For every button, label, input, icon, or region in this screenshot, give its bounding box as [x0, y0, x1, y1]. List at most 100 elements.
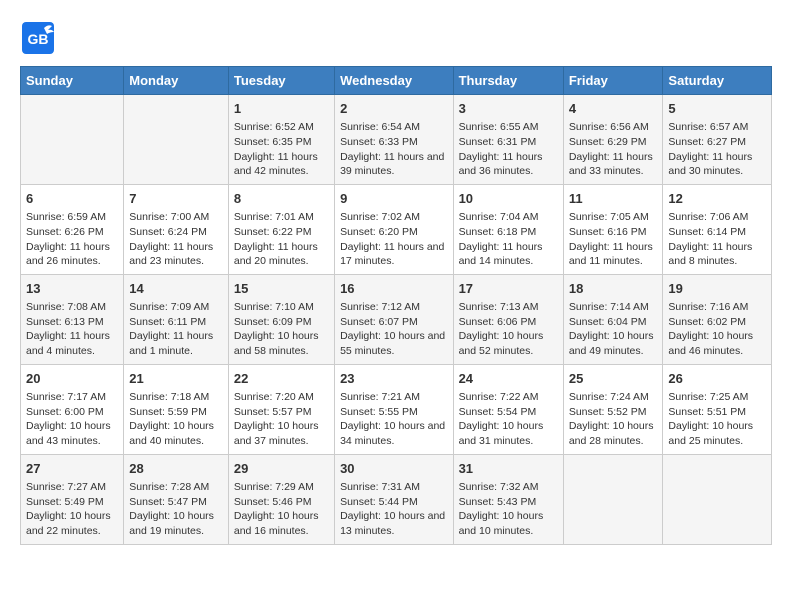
day-cell: 9Sunrise: 7:02 AMSunset: 6:20 PMDaylight…	[335, 184, 453, 274]
day-info-line: Daylight: 10 hours and 16 minutes.	[234, 509, 329, 538]
week-row-2: 6Sunrise: 6:59 AMSunset: 6:26 PMDaylight…	[21, 184, 772, 274]
day-number: 28	[129, 460, 223, 478]
day-cell	[21, 95, 124, 185]
day-cell: 21Sunrise: 7:18 AMSunset: 5:59 PMDayligh…	[124, 364, 229, 454]
day-info-line: Sunrise: 7:08 AM	[26, 300, 118, 315]
day-info-line: Daylight: 11 hours and 1 minute.	[129, 329, 223, 358]
day-number: 27	[26, 460, 118, 478]
day-info-line: Sunrise: 7:02 AM	[340, 210, 447, 225]
day-info-line: Sunset: 6:16 PM	[569, 225, 658, 240]
day-number: 17	[459, 280, 558, 298]
day-number: 12	[668, 190, 766, 208]
day-info-line: Daylight: 10 hours and 25 minutes.	[668, 419, 766, 448]
day-header-tuesday: Tuesday	[228, 67, 334, 95]
day-header-thursday: Thursday	[453, 67, 563, 95]
day-info-line: Sunrise: 6:56 AM	[569, 120, 658, 135]
day-number: 25	[569, 370, 658, 388]
day-number: 13	[26, 280, 118, 298]
day-header-sunday: Sunday	[21, 67, 124, 95]
day-info-line: Sunrise: 7:09 AM	[129, 300, 223, 315]
day-info-line: Sunset: 6:20 PM	[340, 225, 447, 240]
day-info-line: Daylight: 11 hours and 4 minutes.	[26, 329, 118, 358]
day-cell: 6Sunrise: 6:59 AMSunset: 6:26 PMDaylight…	[21, 184, 124, 274]
day-info-line: Sunset: 5:43 PM	[459, 495, 558, 510]
calendar-body: 1Sunrise: 6:52 AMSunset: 6:35 PMDaylight…	[21, 95, 772, 545]
day-cell: 14Sunrise: 7:09 AMSunset: 6:11 PMDayligh…	[124, 274, 229, 364]
day-info-line: Sunrise: 7:10 AM	[234, 300, 329, 315]
day-info-line: Sunset: 6:00 PM	[26, 405, 118, 420]
day-info-line: Daylight: 11 hours and 39 minutes.	[340, 150, 447, 179]
day-info-line: Sunset: 6:02 PM	[668, 315, 766, 330]
day-info-line: Sunset: 6:31 PM	[459, 135, 558, 150]
day-info-line: Sunrise: 7:17 AM	[26, 390, 118, 405]
day-cell: 29Sunrise: 7:29 AMSunset: 5:46 PMDayligh…	[228, 454, 334, 544]
day-info-line: Sunrise: 7:24 AM	[569, 390, 658, 405]
day-info-line: Sunset: 6:07 PM	[340, 315, 447, 330]
day-number: 31	[459, 460, 558, 478]
day-cell: 8Sunrise: 7:01 AMSunset: 6:22 PMDaylight…	[228, 184, 334, 274]
day-number: 6	[26, 190, 118, 208]
day-cell: 24Sunrise: 7:22 AMSunset: 5:54 PMDayligh…	[453, 364, 563, 454]
day-info-line: Daylight: 10 hours and 10 minutes.	[459, 509, 558, 538]
day-number: 26	[668, 370, 766, 388]
day-cell	[663, 454, 772, 544]
day-info-line: Daylight: 10 hours and 58 minutes.	[234, 329, 329, 358]
day-cell: 31 Sunrise: 7:32 AMSunset: 5:43 PMDayligh…	[453, 454, 563, 544]
day-info-line: Sunset: 6:09 PM	[234, 315, 329, 330]
day-number: 10	[459, 190, 558, 208]
day-info-line: Daylight: 10 hours and 28 minutes.	[569, 419, 658, 448]
day-info-line: Daylight: 11 hours and 20 minutes.	[234, 240, 329, 269]
day-info-line: Daylight: 11 hours and 14 minutes.	[459, 240, 558, 269]
day-info-line: Daylight: 10 hours and 19 minutes.	[129, 509, 223, 538]
day-number: 14	[129, 280, 223, 298]
day-number: 19	[668, 280, 766, 298]
day-info-line: Daylight: 10 hours and 55 minutes.	[340, 329, 447, 358]
day-info-line: Sunrise: 7:04 AM	[459, 210, 558, 225]
day-info-line: Sunset: 6:26 PM	[26, 225, 118, 240]
day-info-line: Sunrise: 7:20 AM	[234, 390, 329, 405]
day-info-line: Sunset: 5:57 PM	[234, 405, 329, 420]
day-info-line: Sunrise: 7:18 AM	[129, 390, 223, 405]
day-number: 22	[234, 370, 329, 388]
day-cell	[124, 95, 229, 185]
day-cell	[563, 454, 663, 544]
day-info-line: Daylight: 11 hours and 36 minutes.	[459, 150, 558, 179]
day-info-line: Daylight: 11 hours and 30 minutes.	[668, 150, 766, 179]
day-info-line: Sunset: 6:24 PM	[129, 225, 223, 240]
day-info-line: Sunrise: 6:55 AM	[459, 120, 558, 135]
logo: GB	[20, 20, 60, 56]
day-info-line: Sunset: 5:51 PM	[668, 405, 766, 420]
day-info-line: Sunrise: 7:16 AM	[668, 300, 766, 315]
day-header-monday: Monday	[124, 67, 229, 95]
calendar-table: SundayMondayTuesdayWednesdayThursdayFrid…	[20, 66, 772, 545]
day-number: 15	[234, 280, 329, 298]
day-info-line: Sunrise: 7:05 AM	[569, 210, 658, 225]
day-info-line: Daylight: 11 hours and 33 minutes.	[569, 150, 658, 179]
day-info-line: Sunset: 5:52 PM	[569, 405, 658, 420]
day-cell: 25 Sunrise: 7:24 AMSunset: 5:52 PMDayligh…	[563, 364, 663, 454]
page-header: GB	[20, 20, 772, 56]
day-info-line: Sunset: 6:29 PM	[569, 135, 658, 150]
day-number: 5	[668, 100, 766, 118]
day-info-line: Sunrise: 7:32 AM	[459, 480, 558, 495]
day-cell: 13Sunrise: 7:08 AMSunset: 6:13 PMDayligh…	[21, 274, 124, 364]
day-cell: 27Sunrise: 7:27 AMSunset: 5:49 PMDayligh…	[21, 454, 124, 544]
day-cell: 30Sunrise: 7:31 AMSunset: 5:44 PMDayligh…	[335, 454, 453, 544]
day-cell: 4Sunrise: 6:56 AMSunset: 6:29 PMDaylight…	[563, 95, 663, 185]
day-info-line: Sunrise: 6:57 AM	[668, 120, 766, 135]
day-info-line: Sunset: 5:55 PM	[340, 405, 447, 420]
day-cell: 11Sunrise: 7:05 AMSunset: 6:16 PMDayligh…	[563, 184, 663, 274]
day-number: 29	[234, 460, 329, 478]
day-number: 11	[569, 190, 658, 208]
day-info-line: Sunrise: 6:52 AM	[234, 120, 329, 135]
day-info-line: Sunset: 6:14 PM	[668, 225, 766, 240]
day-cell: 2Sunrise: 6:54 AMSunset: 6:33 PMDaylight…	[335, 95, 453, 185]
day-info-line: Sunrise: 7:14 AM	[569, 300, 658, 315]
day-cell: 20Sunrise: 7:17 AMSunset: 6:00 PMDayligh…	[21, 364, 124, 454]
day-info-line: Sunset: 6:04 PM	[569, 315, 658, 330]
day-cell: 19Sunrise: 7:16 AMSunset: 6:02 PMDayligh…	[663, 274, 772, 364]
day-info-line: Sunrise: 7:01 AM	[234, 210, 329, 225]
day-number: 1	[234, 100, 329, 118]
day-number: 18	[569, 280, 658, 298]
day-info-line: Sunrise: 7:13 AM	[459, 300, 558, 315]
